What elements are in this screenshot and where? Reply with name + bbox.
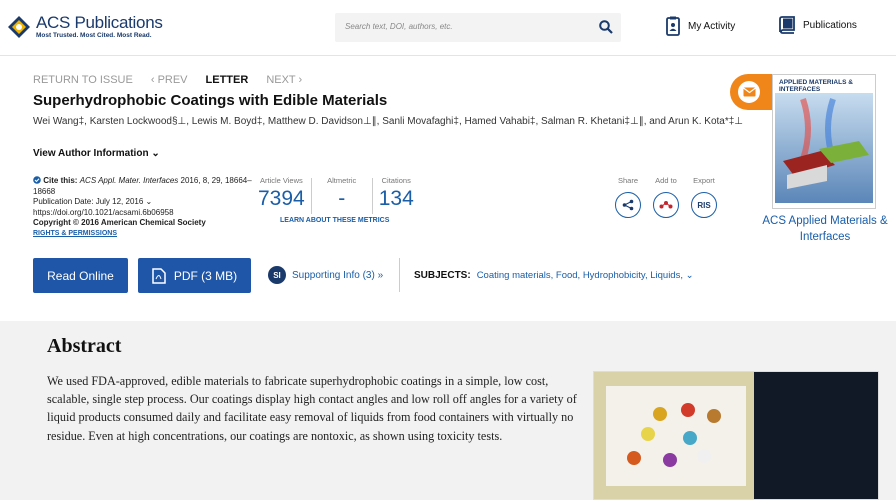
next-link[interactable]: NEXT ›	[266, 74, 302, 86]
acs-logo-icon	[8, 16, 30, 38]
ris-button[interactable]: RIS	[691, 192, 717, 218]
return-to-issue-link[interactable]: RETURN TO ISSUE	[33, 74, 133, 86]
subjects-label: SUBJECTS:	[414, 270, 471, 281]
altmetric-label: Altmetric	[327, 176, 357, 185]
copyright: Copyright © 2016 American Chemical Socie…	[33, 218, 206, 227]
citations-metric[interactable]: Citations 134	[373, 176, 420, 214]
journal-name-link[interactable]: ACS Applied Materials & Interfaces	[760, 213, 890, 245]
abstract-text: We used FDA-approved, edible materials t…	[47, 374, 577, 443]
subjects: SUBJECTS: Coating materials, Food, Hydrop…	[414, 270, 694, 281]
altmetric-metric[interactable]: Altmetric -	[312, 176, 372, 214]
view-author-info-toggle[interactable]: View Author Information ⌄	[33, 148, 160, 159]
mendeley-icon	[659, 201, 673, 209]
logo-tagline: Most Trusted. Most Cited. Most Read.	[36, 32, 152, 40]
share-label: Share	[617, 176, 638, 185]
my-activity-link[interactable]: My Activity	[666, 16, 735, 36]
share-action[interactable]: Share	[612, 176, 644, 218]
my-activity-label: My Activity	[688, 20, 736, 32]
article-views-metric[interactable]: Article Views 7394	[252, 176, 311, 214]
supporting-info-link[interactable]: SI Supporting Info (3) »	[268, 266, 383, 284]
search-icon[interactable]	[599, 20, 613, 34]
learn-metrics-link[interactable]: LEARN ABOUT THESE METRICS	[280, 217, 389, 224]
cite-label: Cite this:	[33, 176, 77, 185]
citations-value: 134	[378, 187, 414, 210]
article-metrics: Article Views 7394 Altmetric - Citations…	[252, 176, 420, 214]
export-label: Export	[693, 176, 715, 185]
publication-date[interactable]: Publication Date: July 12, 2016 ⌄	[33, 197, 253, 208]
share-icon	[622, 199, 634, 211]
issue-navigation: RETURN TO ISSUE ‹ PREV LETTER NEXT ›	[33, 74, 320, 86]
book-icon	[779, 16, 795, 34]
add-to-label: Add to	[655, 176, 677, 185]
search-input[interactable]: Search text, DOI, authors, etc.	[335, 13, 621, 42]
abstract-graphic[interactable]	[593, 371, 879, 500]
author-list[interactable]: Wei Wang‡, Karsten Lockwood§⊥, Lewis M. …	[33, 116, 743, 127]
si-badge: SI	[268, 266, 286, 284]
abstract-heading: Abstract	[47, 335, 122, 357]
acs-logo[interactable]: ACS Publications Most Trusted. Most Cite…	[6, 14, 163, 40]
cite-journal: ACS Appl. Mater. Interfaces	[79, 176, 179, 185]
cover-art	[775, 93, 873, 203]
publications-label: Publications	[803, 19, 857, 31]
citation-block: Cite this: ACS Appl. Mater. Interfaces 2…	[33, 176, 253, 239]
divider	[399, 258, 400, 292]
email-alert-button[interactable]	[730, 74, 772, 110]
article-title: Superhydrophobic Coatings with Edible Ma…	[33, 92, 388, 109]
article-type-label: LETTER	[205, 74, 249, 86]
views-value: 7394	[258, 187, 305, 210]
logo-name: ACS Publications	[36, 13, 163, 33]
citations-label: Citations	[381, 176, 411, 185]
check-circle-icon	[33, 176, 41, 184]
doi-link[interactable]: https://doi.org/10.1021/acsami.6b06958	[33, 208, 253, 219]
subjects-list[interactable]: Coating materials, Food, Hydrophobicity,…	[477, 270, 694, 281]
views-label: Article Views	[259, 176, 303, 185]
altmetric-value: -	[338, 187, 346, 210]
add-to-action[interactable]: Add to	[650, 176, 682, 218]
pdf-icon	[152, 267, 166, 284]
journal-cover-image[interactable]: APPLIED MATERIALS & INTERFACES	[772, 74, 876, 209]
mail-icon	[742, 87, 756, 97]
read-online-button[interactable]: Read Online	[33, 258, 128, 293]
pdf-download-button[interactable]: PDF (3 MB)	[138, 258, 251, 293]
prev-link[interactable]: ‹ PREV	[151, 74, 188, 86]
supporting-info-label: Supporting Info (3) »	[292, 269, 384, 281]
article-actions: Share Add to Export RIS	[612, 176, 720, 218]
rights-permissions-link[interactable]: RIGHTS & PERMISSIONS	[33, 229, 253, 240]
export-action[interactable]: Export RIS	[688, 176, 720, 218]
my-activity-icon	[666, 16, 680, 36]
site-header: ACS Publications Most Trusted. Most Cite…	[0, 0, 896, 56]
search-placeholder: Search text, DOI, authors, etc.	[345, 22, 453, 31]
publications-link[interactable]: Publications	[779, 16, 857, 34]
toc-graphic-image	[594, 372, 878, 499]
